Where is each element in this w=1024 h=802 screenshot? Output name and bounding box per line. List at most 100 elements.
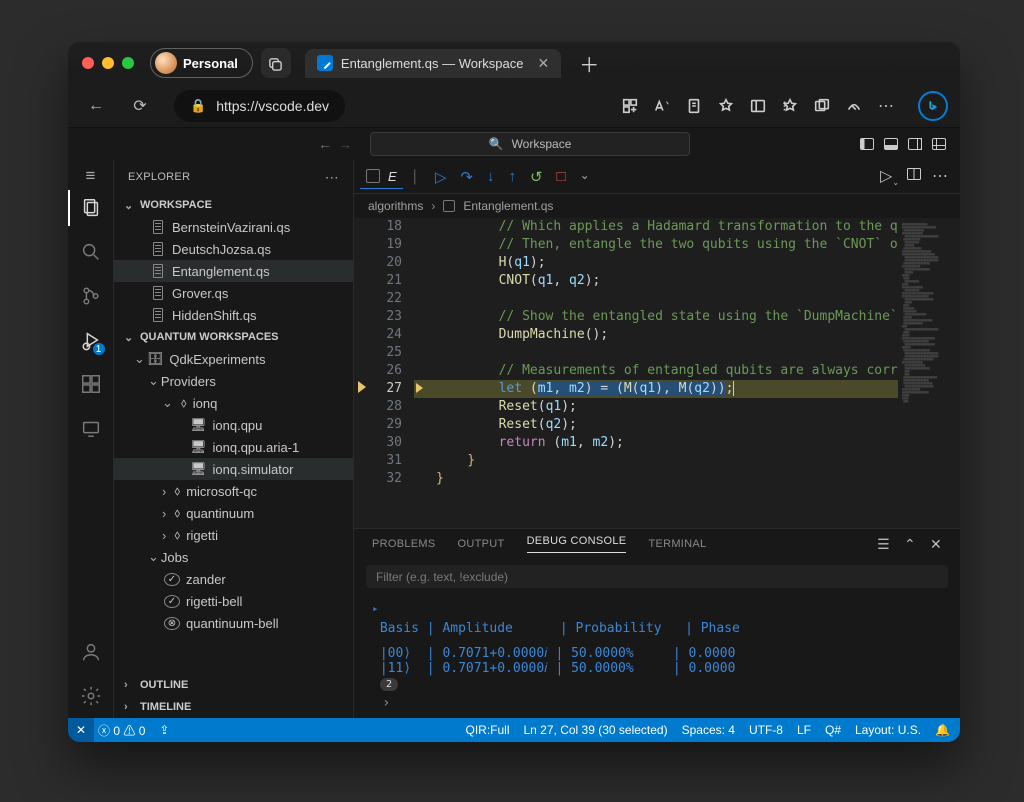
timeline-section[interactable]: ›TIMELINE: [114, 696, 353, 718]
breadcrumb[interactable]: algorithms › Entanglement.qs: [354, 194, 960, 218]
debug-console-output[interactable]: ▸ Basis | Amplitude | Probability | Phas…: [354, 594, 960, 718]
zoom-window-button[interactable]: [122, 57, 134, 69]
more-icon[interactable]: ⋯: [870, 90, 902, 122]
run-debug-activity[interactable]: 1: [68, 318, 114, 362]
extensions-activity[interactable]: [68, 362, 114, 406]
sidebar-icon[interactable]: [742, 90, 774, 122]
bing-button[interactable]: [918, 91, 948, 121]
language-status[interactable]: Q#: [825, 723, 841, 737]
url-box[interactable]: 🔒 https://vscode.dev: [174, 90, 345, 122]
panel-close-icon[interactable]: ✕: [930, 536, 942, 553]
notifications-icon[interactable]: 🔔: [935, 723, 950, 737]
remote-indicator[interactable]: ✕: [68, 718, 94, 742]
ports-status[interactable]: ⇪: [159, 723, 169, 737]
qir-status[interactable]: QIR:Full: [465, 723, 509, 737]
performance-icon[interactable]: [838, 90, 870, 122]
console-header: Basis | Amplitude | Probability | Phase: [372, 621, 942, 636]
refresh-button[interactable]: ⟳: [124, 90, 156, 122]
window-controls[interactable]: [82, 57, 134, 69]
layout-panel-left-icon[interactable]: [856, 133, 878, 155]
debug-dropdown-icon[interactable]: ⌄: [580, 168, 590, 186]
new-tab-button[interactable]: ＋: [579, 49, 599, 78]
jobs-node[interactable]: ⌄Jobs: [114, 546, 353, 568]
file-item[interactable]: BernsteinVazirani.qs: [114, 216, 353, 238]
panel-tab-problems[interactable]: PROBLEMS: [372, 538, 436, 550]
job-item[interactable]: ⊗quantinuum-bell: [114, 612, 353, 634]
provider-item[interactable]: ›⬨quantinuum: [114, 502, 353, 524]
source-control-activity[interactable]: [68, 274, 114, 318]
minimap[interactable]: █████████████████████ ██████████████████…: [898, 218, 960, 528]
search-activity[interactable]: [68, 230, 114, 274]
layout-panel-right-icon[interactable]: [904, 133, 926, 155]
providers-node[interactable]: ⌄Providers: [114, 370, 353, 392]
extensions-icon[interactable]: [614, 90, 646, 122]
panel-tab-output[interactable]: OUTPUT: [458, 538, 505, 550]
menu-button[interactable]: ≡: [86, 166, 96, 186]
outline-section[interactable]: ›OUTLINE: [114, 674, 353, 696]
explorer-activity[interactable]: [68, 186, 114, 230]
panel-filter-icon[interactable]: ☰: [877, 536, 890, 553]
debug-step-out-button[interactable]: ↑: [508, 168, 516, 186]
tree-item[interactable]: ⌄⬨ionq: [114, 392, 353, 414]
file-item[interactable]: HiddenShift.qs: [114, 304, 353, 326]
debug-restart-button[interactable]: ↺: [530, 168, 543, 186]
job-item[interactable]: ✓zander: [114, 568, 353, 590]
file-item[interactable]: Grover.qs: [114, 282, 353, 304]
panel-tab-debug-console[interactable]: DEBUG CONSOLE: [527, 535, 627, 553]
breadcrumb-folder[interactable]: algorithms: [368, 199, 423, 213]
console-row: |11⟩ | 0.7071+0.0000𝑖 | 50.0000% | 0.000…: [372, 661, 942, 676]
favorite-icon[interactable]: [710, 90, 742, 122]
debug-stop-button[interactable]: □: [557, 168, 566, 186]
remote-activity[interactable]: [68, 406, 114, 450]
breadcrumb-file[interactable]: Entanglement.qs: [463, 199, 553, 213]
tab-overview-button[interactable]: [261, 48, 291, 78]
browser-tab[interactable]: Entanglement.qs — Workspace ✕: [305, 49, 561, 78]
debug-step-over-button[interactable]: ↷: [460, 168, 473, 186]
qdk-experiments[interactable]: ⌄🗄QdkExperiments: [114, 348, 353, 370]
debug-step-into-button[interactable]: ↓: [487, 168, 495, 186]
eol-status[interactable]: LF: [797, 723, 811, 737]
run-file-button[interactable]: ▷⌄: [880, 166, 902, 187]
settings-icon[interactable]: [68, 674, 114, 718]
account-icon[interactable]: [68, 630, 114, 674]
problems-status[interactable]: ⓧ 0 ⚠ 0: [98, 722, 145, 739]
panel-tab-terminal[interactable]: TERMINAL: [648, 538, 706, 550]
encoding-status[interactable]: UTF-8: [749, 723, 783, 737]
command-center-search[interactable]: 🔍 Workspace: [370, 132, 690, 156]
console-filter-input[interactable]: Filter (e.g. text, !exclude): [366, 565, 948, 588]
sidebar-more-icon[interactable]: ⋯: [325, 169, 339, 186]
target-item[interactable]: 🖥ionq.simulator: [114, 458, 353, 480]
nav-back-icon[interactable]: ←: [318, 136, 332, 152]
file-item[interactable]: Entanglement.qs: [114, 260, 353, 282]
indentation-status[interactable]: Spaces: 4: [682, 723, 735, 737]
debug-continue-button[interactable]: ▷: [435, 168, 447, 186]
minimize-window-button[interactable]: [102, 57, 114, 69]
editor-tab[interactable]: E: [360, 165, 403, 189]
close-window-button[interactable]: [82, 57, 94, 69]
text-size-icon[interactable]: [646, 90, 678, 122]
split-editor-icon[interactable]: [906, 166, 928, 187]
keyboard-layout[interactable]: Layout: U.S.: [855, 723, 921, 737]
job-item[interactable]: ✓rigetti-bell: [114, 590, 353, 612]
browser-profile-button[interactable]: Personal: [150, 48, 253, 78]
file-item[interactable]: DeutschJozsa.qs: [114, 238, 353, 260]
layout-panel-bottom-icon[interactable]: [880, 133, 902, 155]
favorites-list-icon[interactable]: [774, 90, 806, 122]
customize-layout-icon[interactable]: [928, 133, 950, 155]
provider-item[interactable]: ›⬨rigetti: [114, 524, 353, 546]
provider-item[interactable]: ›⬨microsoft-qc: [114, 480, 353, 502]
panel-maximize-icon[interactable]: ⌃: [904, 536, 916, 553]
workspace-section-header[interactable]: ⌄WORKSPACE: [114, 194, 353, 216]
back-button[interactable]: ←: [80, 90, 112, 122]
tab-close-icon[interactable]: ✕: [538, 55, 550, 72]
cursor-position[interactable]: Ln 27, Col 39 (30 selected): [524, 723, 668, 737]
collections-icon[interactable]: [806, 90, 838, 122]
console-prompt-icon[interactable]: ›: [372, 691, 942, 715]
editor-more-icon[interactable]: ⋯: [932, 166, 954, 187]
code-editor[interactable]: 181920212223242526272829303132 // Which …: [354, 218, 960, 528]
target-item[interactable]: 🖥ionq.qpu: [114, 414, 353, 436]
quantum-workspaces-header[interactable]: ⌄QUANTUM WORKSPACES: [114, 326, 353, 348]
target-item[interactable]: 🖥ionq.qpu.aria-1: [114, 436, 353, 458]
debug-badge: 1: [92, 342, 106, 356]
reader-icon[interactable]: [678, 90, 710, 122]
